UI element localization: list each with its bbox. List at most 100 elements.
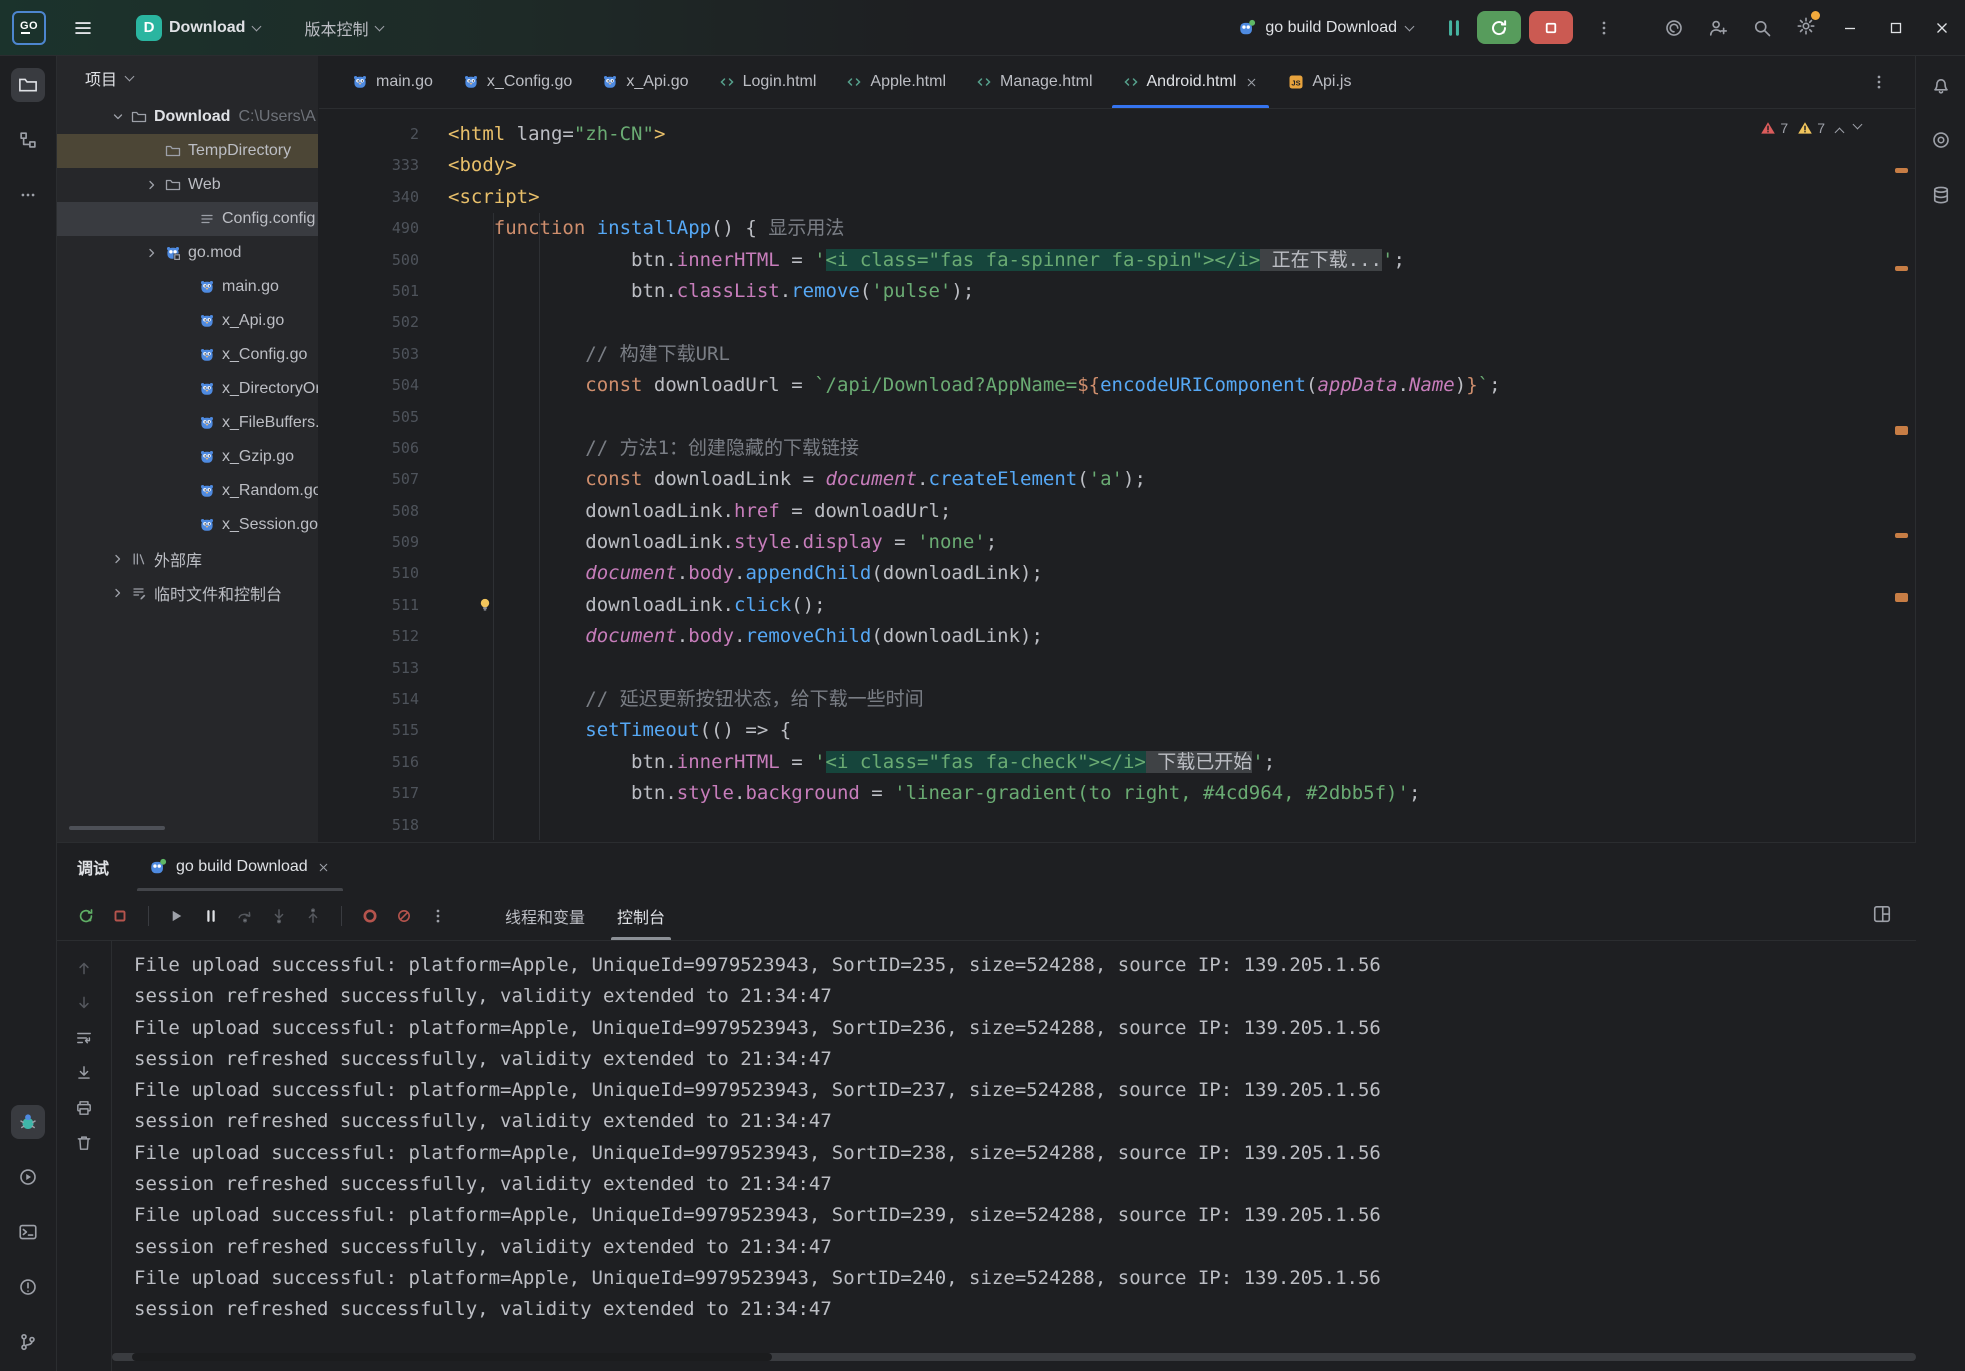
stop-button[interactable] <box>105 902 135 930</box>
pause-program-icon[interactable] <box>1439 13 1469 43</box>
database-button[interactable] <box>1924 178 1958 212</box>
settings-button[interactable] <box>1795 15 1817 41</box>
tree-item-main.go[interactable]: main.go <box>57 270 318 304</box>
minimize-icon[interactable] <box>1827 8 1873 48</box>
chev-right-icon[interactable] <box>144 245 160 261</box>
line-number: 501 <box>319 276 433 307</box>
vcs-widget[interactable]: 版本控制 <box>296 10 393 46</box>
intention-bulb-icon[interactable] <box>477 597 493 613</box>
ai-assistant-icon[interactable] <box>1663 17 1685 39</box>
tree-item-外部库[interactable]: 外部库 <box>57 542 318 576</box>
folder-icon <box>165 177 181 193</box>
search-icon[interactable] <box>1751 17 1773 39</box>
ai-chat-button[interactable] <box>1924 123 1958 157</box>
editor-tab-Login.html[interactable]: Login.html <box>704 56 832 108</box>
mute-bp-button[interactable] <box>355 902 385 930</box>
printer-icon[interactable] <box>73 1097 95 1119</box>
tree-item-x_Gzip.go[interactable]: x_Gzip.go <box>57 440 318 474</box>
code-line-511: 511 downloadLink.click(); <box>319 590 1915 621</box>
chev-right-icon[interactable] <box>144 177 160 193</box>
project-name: Download <box>169 19 245 37</box>
close-icon[interactable] <box>1919 8 1965 48</box>
line-number: 507 <box>319 464 433 495</box>
tab-label: main.go <box>376 73 433 91</box>
tree-item-x_Config.go[interactable]: x_Config.go <box>57 338 318 372</box>
prev-problem-icon[interactable] <box>1834 126 1844 136</box>
editor-tab-Android.html[interactable]: Android.html <box>1108 56 1274 108</box>
tab-options-icon[interactable] <box>1867 70 1891 94</box>
editor-tab-Api.js[interactable]: JSApi.js <box>1273 56 1366 108</box>
console-scrollbar-track[interactable] <box>112 1353 1916 1361</box>
chev-right-icon[interactable] <box>110 585 126 601</box>
debug-session-tab[interactable]: go build Download <box>137 843 343 891</box>
tree-item-Web[interactable]: Web <box>57 168 318 202</box>
chev-down-icon[interactable] <box>110 109 126 125</box>
hierarchy-icon <box>18 130 38 150</box>
editor-tab-Apple.html[interactable]: Apple.html <box>831 56 961 108</box>
more-v-button[interactable] <box>423 902 453 930</box>
debugger-tab-线程和变量[interactable]: 线程和变量 <box>489 891 601 940</box>
project-horizontal-scrollbar[interactable] <box>69 826 165 830</box>
add-user-icon[interactable] <box>1707 17 1729 39</box>
rerun-button[interactable] <box>71 902 101 930</box>
step-into-button[interactable] <box>264 902 294 930</box>
down-icon[interactable] <box>73 992 95 1014</box>
tree-item-go.mod[interactable]: go.mod <box>57 236 318 270</box>
tree-item-Config.config[interactable]: Config.config <box>57 202 318 236</box>
notifications-button[interactable] <box>1924 68 1958 102</box>
pause-b-button[interactable] <box>196 902 226 930</box>
editor-tab-main.go[interactable]: main.go <box>337 56 448 108</box>
next-problem-icon[interactable] <box>1853 121 1863 131</box>
editor-tab-x_Config.go[interactable]: x_Config.go <box>448 56 587 108</box>
tree-item-x_Api.go[interactable]: x_Api.go <box>57 304 318 338</box>
layout-settings-icon[interactable] <box>1870 902 1894 926</box>
chev-right-icon[interactable] <box>110 551 126 567</box>
more-actions-icon[interactable] <box>1591 15 1617 41</box>
tree-item-x_DirectoryOrFile.go[interactable]: x_DirectoryOrFile.go <box>57 372 318 406</box>
no-bp-button[interactable] <box>389 902 419 930</box>
html-icon <box>976 74 992 90</box>
console-output[interactable]: File upload successful: platform=Apple, … <box>112 941 1916 1371</box>
tree-item-x_Random.go[interactable]: x_Random.go <box>57 474 318 508</box>
tree-item-x_Session.go[interactable]: x_Session.go <box>57 508 318 542</box>
run-config-name[interactable]: go build Download <box>1265 19 1397 37</box>
line-number: 503 <box>319 339 433 370</box>
more-h-button[interactable] <box>11 178 45 212</box>
close-icon[interactable] <box>1244 75 1258 89</box>
code-editor[interactable]: 2<html lang="zh-CN">333<body>340<script>… <box>319 109 1915 841</box>
debugger-tab-控制台[interactable]: 控制台 <box>601 891 681 940</box>
branch-tool-button[interactable] <box>11 1325 45 1359</box>
main-menu-icon[interactable] <box>72 17 94 39</box>
tree-item-x_FileBuffers.go[interactable]: x_FileBuffers.go <box>57 406 318 440</box>
tree-item-label: TempDirectory <box>188 142 291 160</box>
line-number: 511 <box>319 590 433 621</box>
run-tool-button[interactable] <box>11 1160 45 1194</box>
resume-button[interactable] <box>162 902 192 930</box>
editor-tab-x_Api.go[interactable]: x_Api.go <box>587 56 703 108</box>
soft-wrap-icon[interactable] <box>73 1027 95 1049</box>
hierarchy-button[interactable] <box>11 123 45 157</box>
terminal-tool-button[interactable] <box>11 1215 45 1249</box>
step-out-button[interactable] <box>298 902 328 930</box>
stop-button[interactable] <box>1529 11 1573 44</box>
scroll-end-icon[interactable] <box>73 1062 95 1084</box>
step-over-button[interactable] <box>230 902 260 930</box>
console-scrollbar-thumb[interactable] <box>132 1353 772 1361</box>
folder-tool-button[interactable] <box>11 68 45 102</box>
tree-item-TempDirectory[interactable]: TempDirectory <box>57 134 318 168</box>
debug-tool-button[interactable] <box>11 1105 45 1139</box>
tree-item-临时文件和控制台[interactable]: 临时文件和控制台 <box>57 576 318 610</box>
problems-tool-button[interactable] <box>11 1270 45 1304</box>
maximize-icon[interactable] <box>1873 8 1919 48</box>
close-icon[interactable] <box>317 860 331 874</box>
trash-icon[interactable] <box>73 1132 95 1154</box>
inspections-widget[interactable]: 7 7 <box>1760 120 1863 136</box>
tree-item-Download[interactable]: DownloadC:\Users\A <box>57 100 318 134</box>
editor-tab-Manage.html[interactable]: Manage.html <box>961 56 1108 108</box>
project-widget[interactable]: D Download <box>128 9 270 47</box>
chevron-down-icon[interactable] <box>125 73 135 83</box>
rerun-debug-button[interactable] <box>1477 11 1521 44</box>
up-icon[interactable] <box>73 957 95 979</box>
console-line: session refreshed successfully, validity… <box>134 1294 1916 1325</box>
code-line-510: 510 document.body.appendChild(downloadLi… <box>319 558 1915 589</box>
